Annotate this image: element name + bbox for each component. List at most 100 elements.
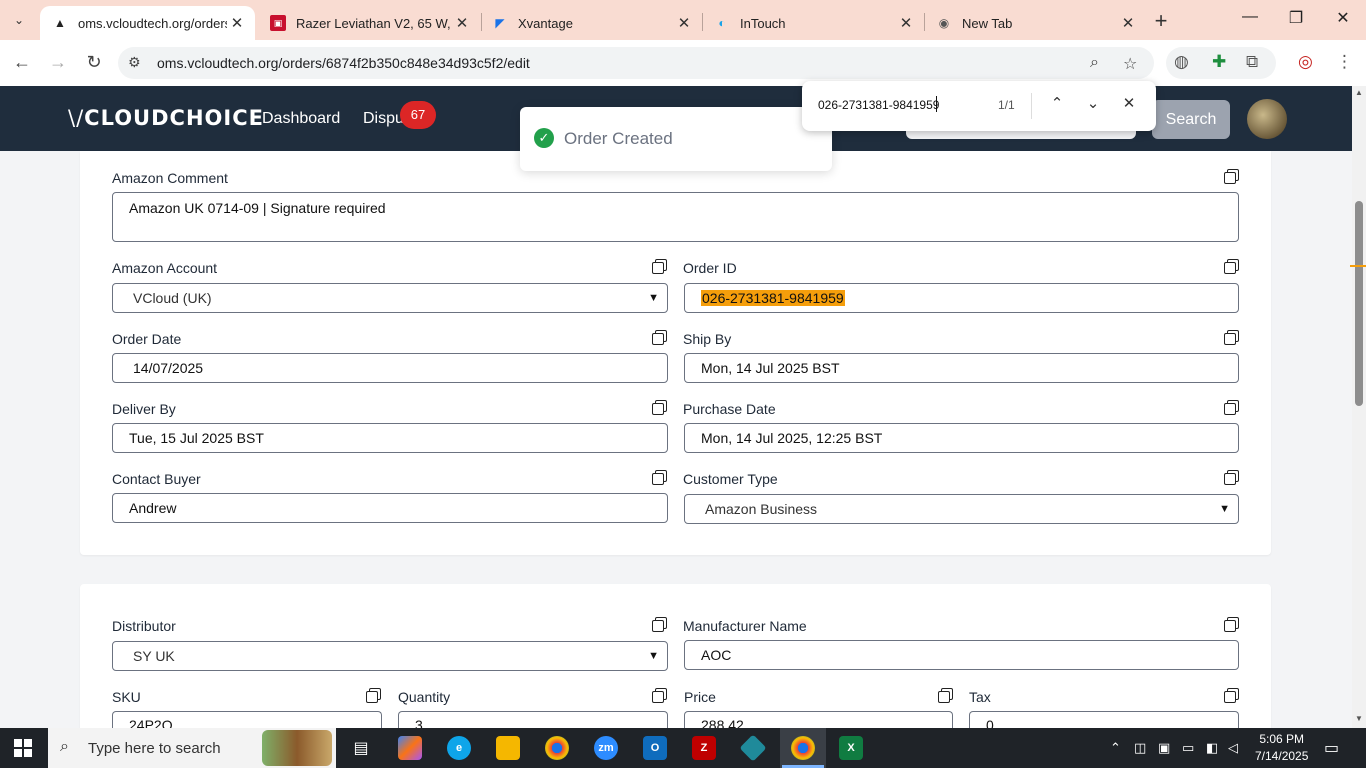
copy-icon[interactable] <box>1224 169 1239 184</box>
notifications-icon[interactable]: ▭ <box>1324 738 1339 758</box>
find-previous-icon[interactable]: ⌃ <box>1046 94 1068 112</box>
outlook-icon[interactable]: O <box>643 736 667 760</box>
windows-taskbar: ⌕ Type here to search ▤ e zm O Z X ⌃ ◫ ▣… <box>0 728 1366 768</box>
forward-icon[interactable]: → <box>46 52 70 73</box>
battery-icon[interactable]: ▭ <box>1182 740 1194 756</box>
nav-disputes[interactable]: Dispu <box>363 110 404 128</box>
user-avatar[interactable] <box>1247 99 1287 139</box>
scroll-up-icon[interactable]: ▲ <box>1353 88 1365 97</box>
site-settings-icon[interactable]: ⚙ <box>128 54 141 71</box>
excel-icon[interactable]: X <box>839 736 863 760</box>
close-window-icon[interactable]: ✕ <box>1320 8 1366 28</box>
system-clock[interactable]: 5:06 PM 7/14/2025 <box>1255 731 1308 765</box>
close-tab-icon[interactable]: ✕ <box>896 14 916 32</box>
nav-dashboard[interactable]: Dashboard <box>262 110 340 128</box>
copy-icon[interactable] <box>1224 400 1239 415</box>
copy-icon[interactable] <box>366 688 381 703</box>
volume-icon[interactable]: ◁ <box>1228 740 1238 756</box>
tab-oms[interactable]: ▲ oms.vcloudtech.org/orders/6 ✕ <box>40 6 255 40</box>
copy-icon[interactable] <box>1224 330 1239 345</box>
browser-menu-icon[interactable]: ⋮ <box>1336 52 1353 72</box>
disputes-count-badge: 67 <box>400 101 436 129</box>
header-search-button[interactable]: Search <box>1152 100 1230 139</box>
contact-buyer-field[interactable]: Andrew <box>112 493 668 523</box>
customer-type-value: Amazon Business <box>705 501 818 517</box>
copy-icon[interactable] <box>1224 688 1239 703</box>
find-next-icon[interactable]: ⌄ <box>1082 94 1104 112</box>
copy-icon[interactable] <box>652 688 667 703</box>
network-icon[interactable]: ◧ <box>1206 740 1218 756</box>
tab-new-tab[interactable]: ◉ New Tab ✕ <box>924 6 1146 40</box>
chrome-taskbar-icon[interactable] <box>545 736 569 760</box>
close-tab-icon[interactable]: ✕ <box>227 14 247 32</box>
cloudchoice-logo[interactable]: \/CLOUDCHOICE <box>68 106 264 130</box>
minimize-icon[interactable]: — <box>1227 8 1273 26</box>
tax-field[interactable]: 0 <box>969 711 1239 728</box>
reload-icon[interactable]: ↻ <box>82 52 106 73</box>
amazon-account-select[interactable]: VCloud (UK) ▼ <box>112 283 668 313</box>
sku-field[interactable]: 24P2Q <box>112 711 382 728</box>
app-diamond-icon[interactable] <box>739 734 767 762</box>
tab-intouch[interactable]: ◐ InTouch ✕ <box>702 6 924 40</box>
copy-icon[interactable] <box>652 617 667 632</box>
copy-icon[interactable] <box>938 688 953 703</box>
profile-icon[interactable]: ◎ <box>1298 52 1313 72</box>
copy-icon[interactable] <box>652 400 667 415</box>
windows-start-icon[interactable] <box>14 739 32 757</box>
amazon-comment-label: Amazon Comment <box>112 170 228 186</box>
order-date-field[interactable]: 14/07/2025 <box>112 353 668 383</box>
close-tab-icon[interactable]: ✕ <box>674 14 694 32</box>
chrome-active-icon[interactable] <box>791 736 815 760</box>
tab-search-icon[interactable]: ⌄ <box>8 9 30 31</box>
copy-icon[interactable] <box>652 470 667 485</box>
tray-chevron-up-icon[interactable]: ⌃ <box>1110 740 1121 756</box>
tax-label: Tax <box>969 689 991 705</box>
globe-icon[interactable]: ◍ <box>1174 52 1189 72</box>
copy-icon[interactable] <box>1224 470 1239 485</box>
scroll-down-icon[interactable]: ▼ <box>1353 714 1365 723</box>
back-icon[interactable]: ← <box>10 52 34 73</box>
tab-xvantage[interactable]: ◤ Xvantage ✕ <box>480 6 702 40</box>
tab-razer[interactable]: ▣ Razer Leviathan V2, 65 W, 6! ✕ <box>258 6 480 40</box>
new-tab-plus-icon[interactable]: + <box>1150 8 1172 34</box>
manufacturer-field[interactable]: AOC <box>684 640 1239 670</box>
find-close-icon[interactable]: ✕ <box>1118 94 1140 112</box>
find-input[interactable]: 026-2731381-9841959 <box>818 98 939 112</box>
customer-type-select[interactable]: Amazon Business ▼ <box>684 494 1239 524</box>
address-bar[interactable]: ⚙ oms.vcloudtech.org/orders/6874f2b350c8… <box>118 47 1154 79</box>
copilot-icon[interactable] <box>398 736 422 760</box>
copy-icon[interactable] <box>1224 617 1239 632</box>
file-explorer-icon[interactable] <box>496 736 520 760</box>
amazon-comment-textarea[interactable]: Amazon UK 0714-09 | Signature required <box>112 192 1239 242</box>
copy-icon[interactable] <box>652 330 667 345</box>
ship-by-field[interactable]: Mon, 14 Jul 2025 BST <box>684 353 1239 383</box>
restore-icon[interactable]: ❐ <box>1273 8 1319 28</box>
taskbar-search-box[interactable]: ⌕ Type here to search <box>48 728 336 768</box>
task-view-icon[interactable]: ▤ <box>349 736 373 760</box>
tab-title: Razer Leviathan V2, 65 W, 6! <box>296 15 452 31</box>
page-scrollbar[interactable]: ▲ ▼ <box>1352 86 1366 728</box>
order-id-field[interactable]: 026-2731381-9841959 <box>684 283 1239 313</box>
filezilla-icon[interactable]: Z <box>692 736 716 760</box>
copy-icon[interactable] <box>1224 259 1239 274</box>
extension-plus-icon[interactable]: ✚ <box>1212 52 1226 72</box>
distributor-select[interactable]: SY UK ▼ <box>112 641 668 671</box>
close-tab-icon[interactable]: ✕ <box>452 14 472 32</box>
copy-icon[interactable] <box>652 259 667 274</box>
search-page-icon[interactable]: ⌕ <box>1090 54 1099 72</box>
url-text[interactable]: oms.vcloudtech.org/orders/6874f2b350c848… <box>157 55 530 71</box>
edge-icon[interactable]: e <box>447 736 471 760</box>
clock-date: 7/14/2025 <box>1255 749 1309 763</box>
bookmark-star-icon[interactable]: ☆ <box>1123 54 1137 74</box>
zoom-icon[interactable]: zm <box>594 736 618 760</box>
meet-now-icon[interactable]: ◫ <box>1134 740 1146 756</box>
scroll-thumb[interactable] <box>1355 201 1363 406</box>
quantity-field[interactable]: 3 <box>398 711 668 728</box>
price-field[interactable]: 288.42 <box>684 711 953 728</box>
close-tab-icon[interactable]: ✕ <box>1118 14 1138 32</box>
deliver-by-field[interactable]: Tue, 15 Jul 2025 BST <box>112 423 668 453</box>
purchase-date-field[interactable]: Mon, 14 Jul 2025, 12:25 BST <box>684 423 1239 453</box>
display-icon[interactable]: ▣ <box>1158 740 1170 756</box>
extensions-puzzle-icon[interactable]: ⧉ <box>1246 52 1258 72</box>
chevron-down-icon: ▼ <box>1219 503 1230 515</box>
